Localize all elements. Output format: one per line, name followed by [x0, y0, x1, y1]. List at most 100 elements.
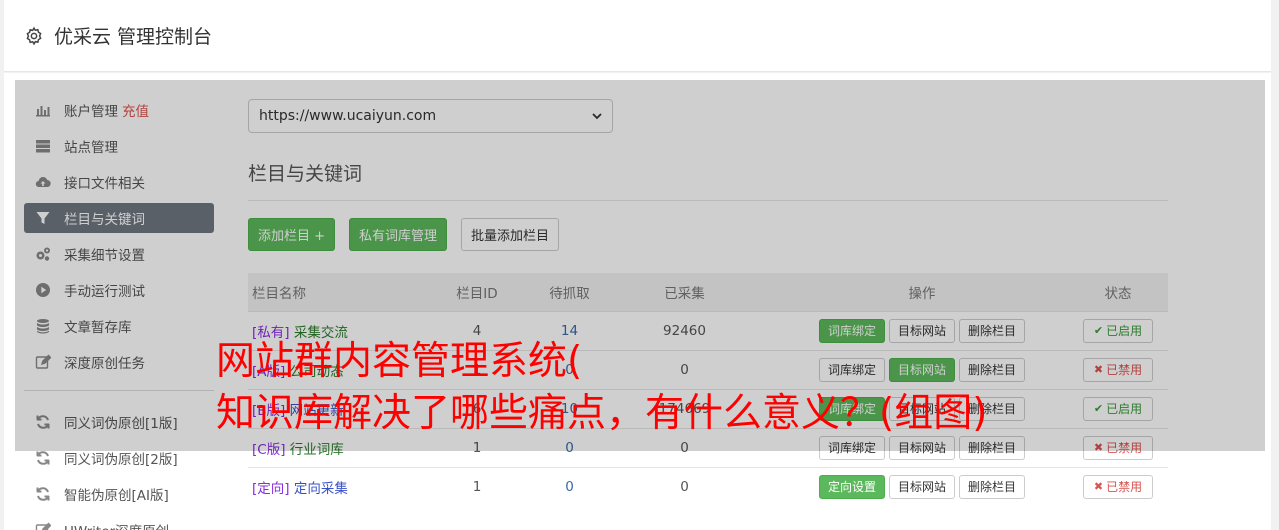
ops-cell: 词库绑定 目标网站 删除栏目	[776, 427, 1068, 467]
app-title: 优采云 管理控制台	[54, 26, 213, 48]
column-id-cell: 4	[408, 310, 546, 350]
col-header-status: 状态	[1104, 285, 1132, 302]
pending-cell: 0	[546, 349, 593, 389]
pending-count-link[interactable]: 0	[565, 440, 574, 456]
pending-count-link[interactable]: 0	[565, 362, 574, 378]
database-icon	[37, 319, 49, 334]
sidebar-item-article-store[interactable]: 文章暂存库	[24, 311, 214, 341]
pending-count-link[interactable]: 0	[565, 479, 574, 495]
column-tag: [C版]	[252, 441, 286, 458]
delete-column-button[interactable]: 删除栏目	[959, 474, 1026, 499]
status-toggle-button[interactable]: ✖ 已禁用	[1082, 474, 1154, 499]
table-row: [定向] 定向采集 1 0 0 定向设置 目标网站 删除栏目 ✖ 已禁用	[248, 466, 1168, 506]
delete-column-button[interactable]: 删除栏目	[959, 357, 1026, 382]
bar-chart-icon	[36, 106, 50, 117]
delete-column-button[interactable]: 删除栏目	[959, 396, 1026, 421]
sidebar-item-interface-files[interactable]: 接口文件相关	[24, 167, 214, 197]
lexicon-bind-button[interactable]: 词库绑定	[818, 435, 885, 460]
target-site-button[interactable]: 目标网站	[888, 396, 955, 421]
sidebar-item-smart-ai[interactable]: 智能伪原创[AI版]	[24, 479, 214, 509]
sidebar-item-account[interactable]: 账户管理 充值	[24, 95, 214, 125]
filter-icon	[36, 212, 50, 224]
status-label: 已禁用	[1106, 363, 1143, 377]
close-icon: ✖	[1093, 441, 1104, 454]
play-circle-icon	[36, 283, 50, 297]
status-cell: ✖ 已禁用	[1068, 349, 1168, 389]
status-toggle-button[interactable]: ✔ 已启用	[1082, 318, 1154, 343]
sidebar-item-label: UWriter深度原创	[64, 520, 169, 530]
section-title: 栏目与关键词	[248, 159, 1168, 201]
add-column-button[interactable]: 添加栏目 +	[248, 218, 336, 251]
column-id-cell: 1	[408, 466, 546, 506]
col-header-id: 栏目ID	[456, 285, 498, 302]
batch-add-columns-button[interactable]: 批量添加栏目	[461, 218, 560, 251]
sidebar-item-deep-rewrite-tasks[interactable]: 深度原创任务	[24, 347, 214, 377]
column-name-link[interactable]: 公司动态	[290, 364, 344, 380]
column-name-link[interactable]: 定向采集	[294, 481, 348, 497]
refresh-icon	[36, 415, 50, 429]
sidebar-item-collect-settings[interactable]: 采集细节设置	[24, 239, 214, 269]
target-site-button[interactable]: 目标网站	[888, 357, 955, 382]
recharge-link[interactable]: 充值	[122, 100, 149, 120]
pending-cell: 0	[546, 427, 593, 467]
check-icon: ✔	[1093, 402, 1104, 415]
status-toggle-button[interactable]: ✖ 已禁用	[1082, 435, 1154, 460]
refresh-icon	[36, 451, 50, 465]
edit-icon	[35, 522, 51, 530]
pending-cell: 0	[546, 466, 593, 506]
sidebar-item-synonym-v1[interactable]: 同义词伪原创[1版]	[24, 407, 214, 437]
col-header-collected: 已采集	[664, 285, 705, 302]
sidebar-item-label: 手动运行测试	[64, 284, 145, 300]
column-tag: [B版]	[252, 402, 286, 419]
ops-cell: 词库绑定 目标网站 删除栏目	[776, 388, 1068, 428]
column-name-cell: [C版] 行业词库	[248, 427, 408, 467]
column-name-cell: [定向] 定向采集	[248, 466, 408, 506]
status-toggle-button[interactable]: ✖ 已禁用	[1082, 357, 1154, 382]
delete-column-button[interactable]: 删除栏目	[959, 318, 1026, 343]
column-tag: [私有]	[252, 324, 290, 341]
collected-cell: 174669	[593, 388, 776, 428]
sidebar-item-label: 接口文件相关	[64, 176, 145, 192]
close-icon: ✖	[1093, 480, 1104, 494]
collected-cell: 0	[593, 349, 776, 389]
app-header: 优采云 管理控制台	[4, 0, 1271, 72]
column-name-link[interactable]: 行业词库	[290, 442, 344, 458]
ops-cell: 定向设置 目标网站 删除栏目	[776, 466, 1068, 506]
sidebar-item-uwriter[interactable]: UWriter深度原创	[24, 515, 214, 530]
pending-count-link[interactable]: 10	[561, 401, 578, 417]
column-id-cell: 1	[408, 427, 546, 467]
sidebar-item-manual-run[interactable]: 手动运行测试	[24, 275, 214, 305]
sidebar-item-label: 文章暂存库	[64, 320, 132, 336]
sidebar-item-label: 栏目与关键词	[64, 212, 145, 228]
ops-cell: 词库绑定 目标网站 删除栏目	[776, 349, 1068, 389]
target-site-button[interactable]: 目标网站	[888, 435, 955, 460]
delete-column-button[interactable]: 删除栏目	[959, 435, 1026, 460]
lexicon-bind-button[interactable]: 词库绑定	[818, 357, 885, 382]
lexicon-bind-button[interactable]: 定向设置	[818, 474, 885, 499]
pending-count-link[interactable]: 14	[561, 323, 578, 339]
column-name-link[interactable]: 采集交流	[294, 325, 348, 341]
status-toggle-button[interactable]: ✔ 已启用	[1082, 396, 1154, 421]
sidebar-item-synonym-v2[interactable]: 同义词伪原创[2版]	[24, 443, 214, 473]
lexicon-bind-button[interactable]: 词库绑定	[818, 396, 885, 421]
lexicon-bind-button[interactable]: 词库绑定	[818, 318, 885, 343]
target-site-button[interactable]: 目标网站	[888, 318, 955, 343]
ops-cell: 词库绑定 目标网站 删除栏目	[776, 310, 1068, 350]
sidebar-item-label: 同义词伪原创[2版]	[64, 452, 178, 468]
cloud-upload-icon	[35, 177, 51, 188]
sidebar-item-columns-keywords[interactable]: 栏目与关键词	[24, 203, 214, 233]
status-cell: ✔ 已启用	[1068, 388, 1168, 428]
sidebar-item-label: 智能伪原创[AI版]	[64, 488, 169, 504]
private-lexicon-button[interactable]: 私有词库管理	[349, 218, 448, 251]
sidebar-item-label: 深度原创任务	[64, 356, 145, 372]
site-select[interactable]: https://www.ucaiyun.com	[248, 99, 613, 133]
sidebar-item-sites[interactable]: 站点管理	[24, 131, 214, 161]
column-name-link[interactable]: 网站更新	[290, 403, 344, 419]
status-cell: ✖ 已禁用	[1068, 427, 1168, 467]
status-label: 已禁用	[1106, 480, 1143, 495]
column-tag: [A版]	[252, 363, 286, 380]
gear-icon	[26, 26, 42, 45]
target-site-button[interactable]: 目标网站	[888, 474, 955, 499]
collected-cell: 0	[593, 427, 776, 467]
sidebar: 账户管理 充值 站点管理 接口文件相关 栏目与关键词 采集细节设置 手动运行测试…	[24, 95, 214, 530]
